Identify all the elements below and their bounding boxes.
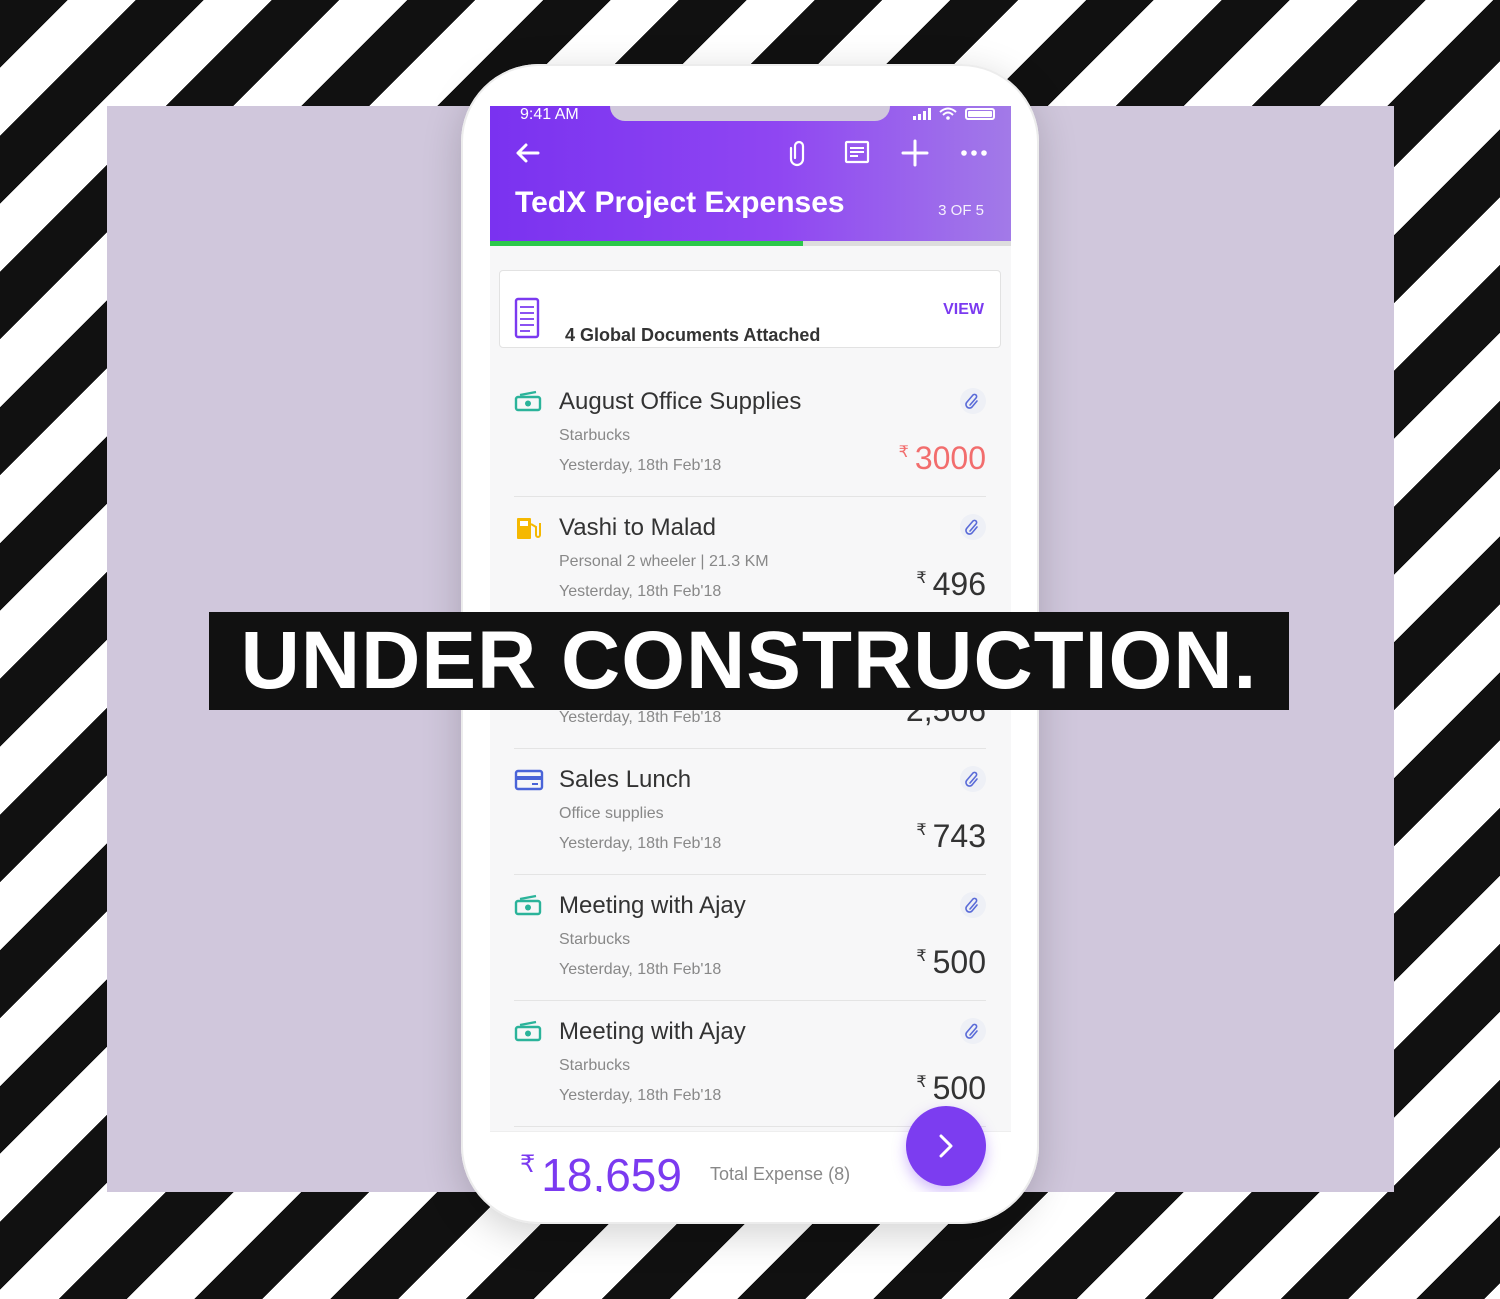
card-icon: [514, 768, 544, 792]
page-title: TedX Project Expenses: [515, 186, 845, 219]
total-value: 18,659: [541, 1149, 682, 1192]
expense-date: Yesterday, 18th Feb'18: [559, 709, 722, 726]
under-construction-banner: UNDER CONSTRUCTION.: [209, 612, 1289, 710]
cash-icon: [514, 1020, 544, 1044]
wifi-icon: [939, 107, 957, 120]
amount-value: 500: [932, 944, 986, 980]
next-button[interactable]: [906, 1106, 986, 1186]
progress-bar-fill: [490, 241, 803, 246]
battery-icon: [965, 108, 995, 120]
expense-title: Vashi to Malad: [559, 514, 716, 541]
attachment-icon[interactable]: [960, 892, 986, 918]
app-header: 9:41 AM TedX Project Expenses 3 OF 5: [490, 106, 1011, 243]
expense-item[interactable]: Meeting with Ajay Starbucks Yesterday, 1…: [514, 874, 986, 1001]
expense-title: Sales Lunch: [559, 766, 692, 793]
documents-count-text: 4 Global Documents Attached: [565, 325, 821, 345]
notes-icon[interactable]: [842, 138, 872, 168]
expense-date: Yesterday, 18th Feb'18: [559, 1087, 722, 1104]
status-icons: [913, 107, 995, 120]
expense-amount: ₹ 743: [916, 818, 986, 855]
more-icon[interactable]: [959, 138, 989, 168]
expense-subtitle: Office supplies: [559, 805, 664, 822]
paperclip-icon[interactable]: [784, 138, 814, 168]
currency-symbol: ₹: [916, 822, 927, 839]
documents-card[interactable]: 4 Global Documents Attached VIEW: [499, 270, 1001, 348]
document-icon: [514, 297, 540, 339]
add-icon[interactable]: [900, 138, 930, 168]
attachment-icon[interactable]: [960, 388, 986, 414]
expense-date: Yesterday, 18th Feb'18: [559, 457, 722, 474]
expense-amount: ₹ 500: [916, 944, 986, 981]
progress-bar: [490, 241, 1011, 246]
chevron-right-icon: [939, 1134, 953, 1158]
status-time: 9:41 AM: [520, 106, 579, 123]
expense-amount: ₹ 3000: [899, 440, 986, 477]
cash-icon: [514, 390, 544, 414]
attachment-icon[interactable]: [960, 766, 986, 792]
expense-subtitle: Starbucks: [559, 1057, 631, 1074]
fuel-icon: [514, 516, 544, 540]
total-currency: ₹: [520, 1151, 536, 1178]
expense-date: Yesterday, 18th Feb'18: [559, 961, 722, 978]
total-amount: ₹ 18,659: [520, 1148, 682, 1192]
signal-icon: [913, 108, 931, 120]
currency-symbol: ₹: [898, 444, 909, 461]
page-counter: 3 OF 5: [938, 202, 984, 219]
expense-amount: ₹ 496: [916, 566, 986, 603]
expense-item[interactable]: Vashi to Malad Personal 2 wheeler | 21.3…: [514, 496, 986, 623]
expense-subtitle: Personal 2 wheeler | 21.3 KM: [559, 553, 769, 570]
currency-symbol: ₹: [916, 570, 927, 587]
expense-date: Yesterday, 18th Feb'18: [559, 583, 722, 600]
expense-date: Yesterday, 18th Feb'18: [559, 835, 722, 852]
expense-title: Meeting with Ajay: [559, 1018, 746, 1045]
amount-value: 743: [932, 818, 986, 854]
amount-value: 3000: [914, 440, 986, 476]
cash-icon: [514, 894, 544, 918]
expense-item[interactable]: August Office Supplies Starbucks Yesterd…: [514, 370, 986, 497]
expense-title: Meeting with Ajay: [559, 892, 746, 919]
amount-value: 500: [932, 1070, 986, 1106]
expense-subtitle: Starbucks: [559, 427, 631, 444]
expense-amount: ₹ 500: [916, 1070, 986, 1107]
expense-item[interactable]: Sales Lunch Office supplies Yesterday, 1…: [514, 748, 986, 875]
amount-value: 496: [932, 566, 986, 602]
view-documents-link[interactable]: VIEW: [943, 301, 984, 319]
attachment-icon[interactable]: [960, 1018, 986, 1044]
currency-symbol: ₹: [916, 1074, 927, 1091]
back-arrow-icon[interactable]: [512, 138, 542, 168]
phone-notch: [610, 106, 890, 121]
attachment-icon[interactable]: [960, 514, 986, 540]
expense-subtitle: Starbucks: [559, 931, 631, 948]
expense-title: August Office Supplies: [559, 388, 802, 415]
total-label: Total Expense (8): [710, 1164, 851, 1184]
currency-symbol: ₹: [916, 948, 927, 965]
